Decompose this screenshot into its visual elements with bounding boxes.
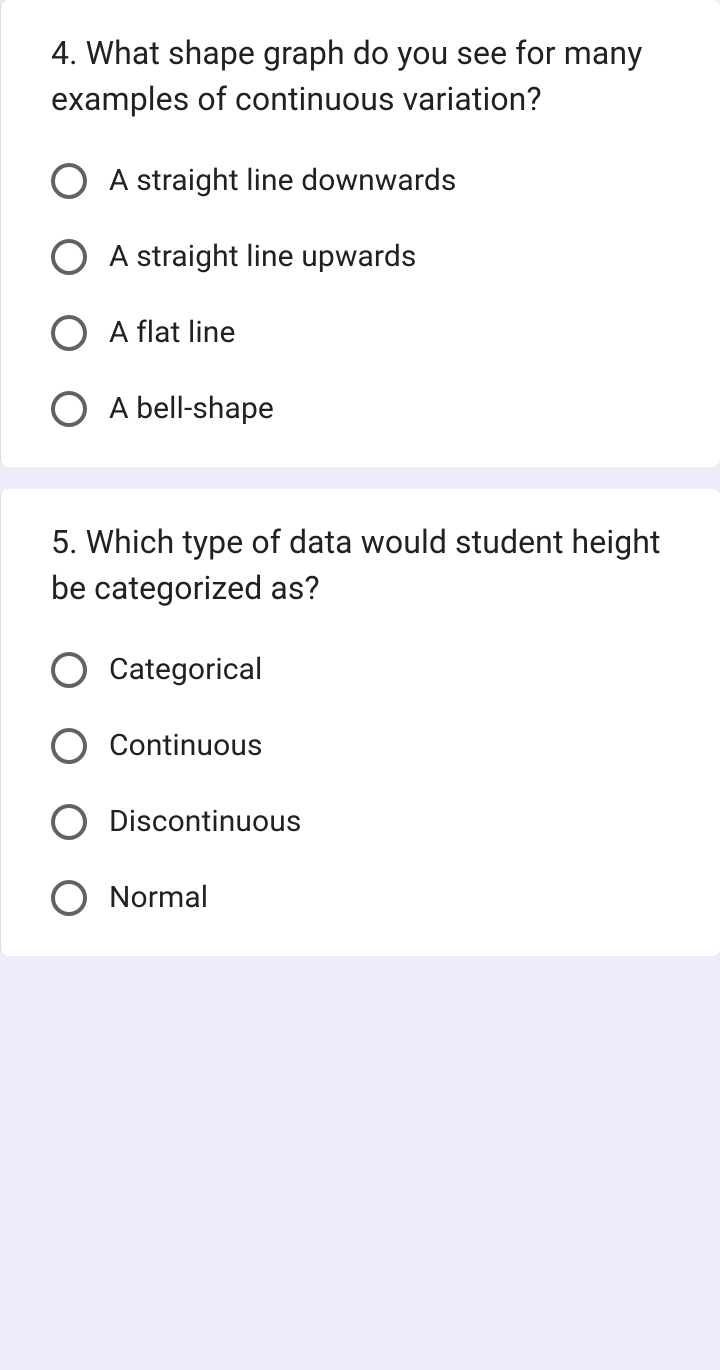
- radio-icon: [51, 652, 87, 688]
- radio-icon: [51, 163, 87, 199]
- radio-icon: [51, 239, 87, 275]
- option-label: A flat line: [109, 315, 235, 350]
- radio-option[interactable]: A straight line upwards: [51, 239, 690, 275]
- option-label: A bell-shape: [109, 391, 274, 426]
- question-title: 4. What shape graph do you see for many …: [51, 30, 690, 123]
- radio-icon: [51, 391, 87, 427]
- options-group: A straight line downwards A straight lin…: [51, 163, 690, 427]
- radio-icon: [51, 880, 87, 916]
- radio-icon: [51, 804, 87, 840]
- question-title: 5. Which type of data would student heig…: [51, 519, 690, 612]
- question-card-5: 5. Which type of data would student heig…: [0, 489, 720, 956]
- radio-icon: [51, 728, 87, 764]
- radio-option[interactable]: Categorical: [51, 652, 690, 688]
- radio-option[interactable]: Continuous: [51, 728, 690, 764]
- option-label: Categorical: [109, 652, 262, 687]
- options-group: Categorical Continuous Discontinuous Nor…: [51, 652, 690, 916]
- radio-option[interactable]: A flat line: [51, 315, 690, 351]
- option-label: A straight line upwards: [109, 239, 416, 274]
- option-label: Discontinuous: [109, 804, 302, 839]
- radio-option[interactable]: Discontinuous: [51, 804, 690, 840]
- option-label: Continuous: [109, 728, 263, 763]
- radio-option[interactable]: A bell-shape: [51, 391, 690, 427]
- radio-option[interactable]: A straight line downwards: [51, 163, 690, 199]
- radio-icon: [51, 315, 87, 351]
- option-label: Normal: [109, 880, 208, 915]
- option-label: A straight line downwards: [109, 163, 456, 198]
- radio-option[interactable]: Normal: [51, 880, 690, 916]
- question-card-4: 4. What shape graph do you see for many …: [0, 0, 720, 467]
